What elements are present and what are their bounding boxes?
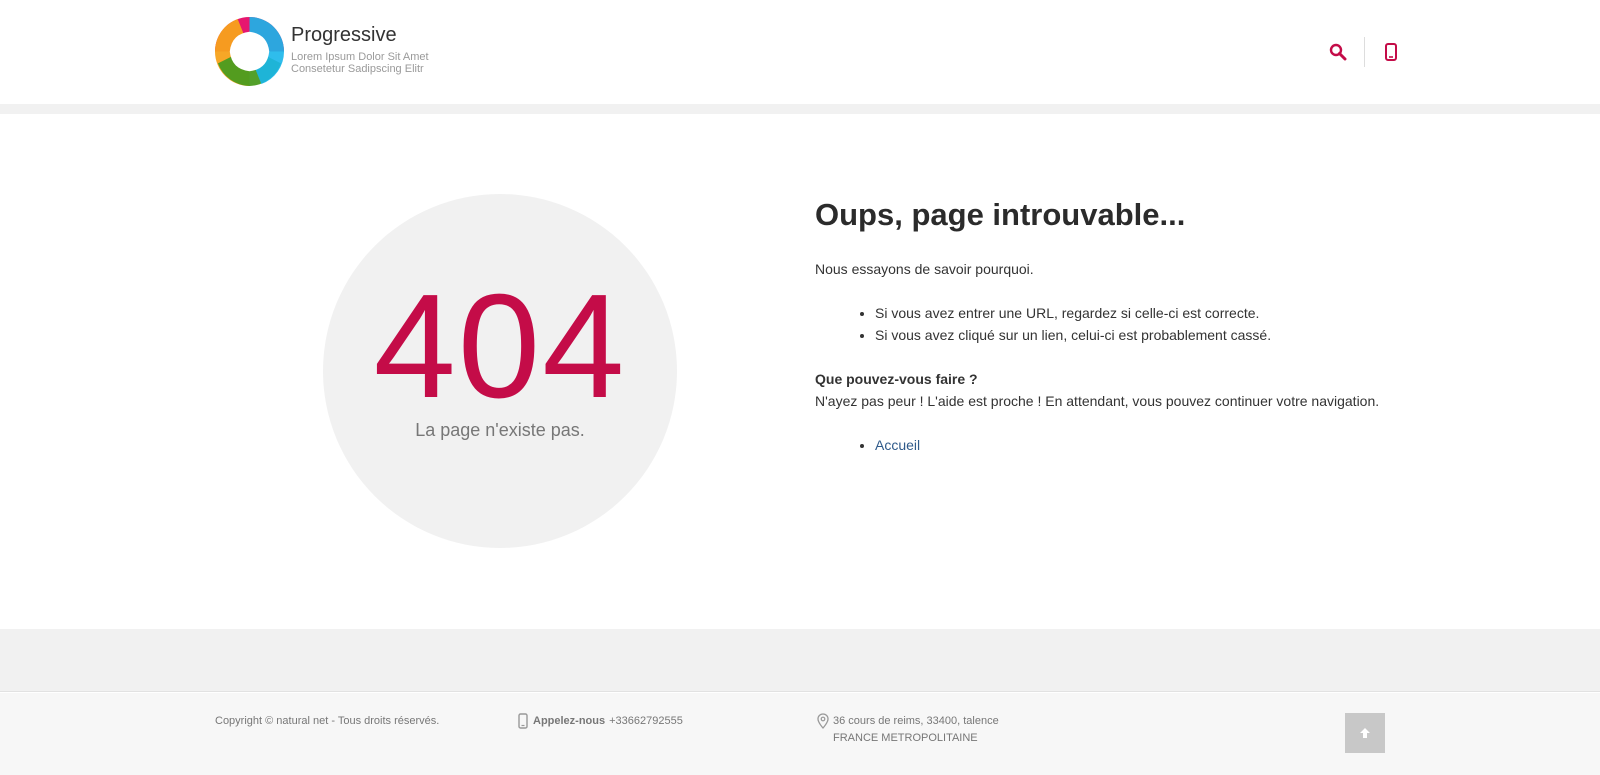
site-header: Progressive Lorem Ipsum Dolor Sit Amet C… [0, 0, 1600, 104]
list-item: Si vous avez cliqué sur un lien, celui-c… [875, 324, 1415, 346]
header-separator [0, 104, 1600, 114]
error-message-panel: Oups, page introuvable... Nous essayons … [815, 196, 1415, 478]
header-actions [1322, 36, 1407, 68]
phone-label: Appelez-nous [533, 715, 606, 727]
help-heading: Que pouvez-vous faire ? [815, 371, 978, 387]
location-pin-icon [817, 713, 829, 729]
copyright-text: Copyright © natural net - Tous droits ré… [215, 715, 440, 727]
error-code: 404 [373, 264, 627, 429]
navigation-links-list: Accueil [815, 434, 1415, 456]
address-line: FRANCE METROPOLITAINE [833, 732, 978, 744]
help-text: N'ayez pas peur ! L'aide est proche ! En… [815, 393, 1380, 409]
arrow-up-icon [1360, 728, 1370, 738]
home-link[interactable]: Accueil [875, 437, 920, 453]
footer-phone: Appelez-nous +33662792555 [518, 713, 683, 729]
site-footer: Copyright © natural net - Tous droits ré… [0, 693, 1600, 775]
error-intro: Nous essayons de savoir pourquoi. [815, 261, 1034, 277]
address-line: 36 cours de reims, 33400, talence [833, 715, 999, 727]
phone-number: +33662792555 [609, 715, 683, 727]
site-logo-icon [214, 16, 285, 87]
logo-link[interactable]: Progressive Lorem Ipsum Dolor Sit Amet C… [214, 16, 441, 87]
scroll-to-top-button[interactable] [1345, 713, 1385, 753]
header-divider [1364, 37, 1365, 67]
error-reasons-list: Si vous avez entrer une URL, regardez si… [815, 302, 1415, 346]
error-subtitle: La page n'existe pas. [415, 420, 585, 440]
footer-top-band [0, 629, 1600, 692]
search-icon[interactable] [1322, 36, 1354, 68]
list-item: Si vous avez entrer une URL, regardez si… [875, 302, 1415, 324]
mobile-phone-icon [518, 713, 528, 729]
site-slogan: Lorem Ipsum Dolor Sit Amet Consetetur Sa… [291, 51, 429, 75]
site-name: Progressive [291, 24, 397, 46]
page-title: Oups, page introuvable... [815, 197, 1186, 232]
list-item: Accueil [875, 434, 1415, 456]
error-code-circle: 404 La page n'existe pas. [323, 194, 677, 548]
footer-address: 36 cours de reims, 33400, talence FRANCE… [817, 713, 999, 747]
mobile-phone-icon[interactable] [1375, 36, 1407, 68]
